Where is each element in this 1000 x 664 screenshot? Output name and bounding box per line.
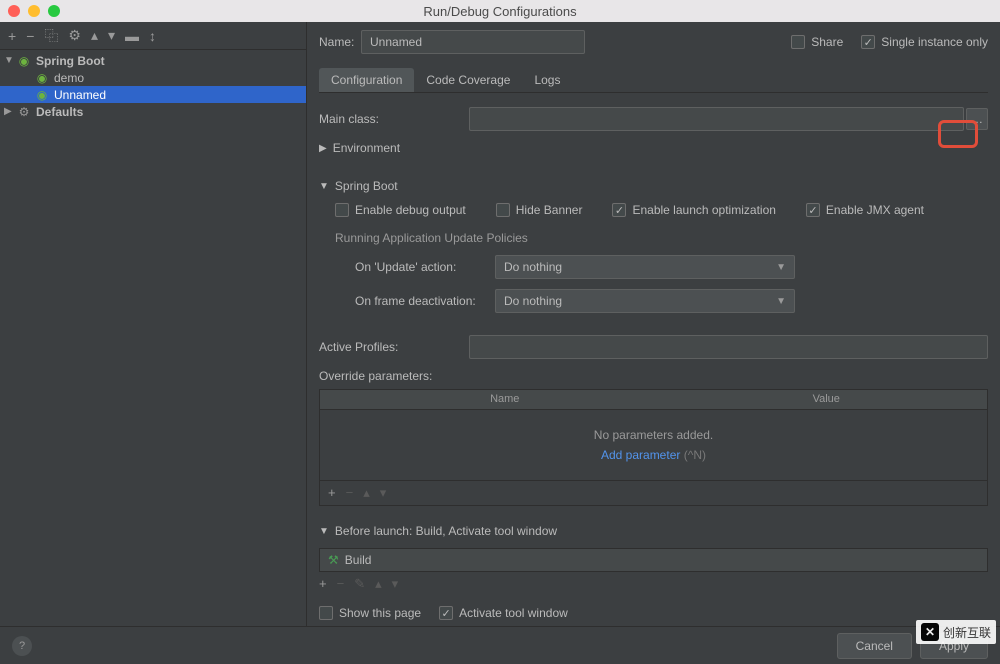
environment-label: Environment <box>333 141 400 155</box>
show-page-checkbox[interactable]: Show this page <box>319 606 421 620</box>
on-update-value: Do nothing <box>504 260 562 274</box>
on-frame-label: On frame deactivation: <box>355 294 495 308</box>
main-class-input[interactable] <box>469 107 964 131</box>
minimize-window-button[interactable] <box>28 5 40 17</box>
build-task-row[interactable]: ⚒ Build <box>319 548 988 572</box>
chevron-down-icon: ▼ <box>776 296 786 307</box>
on-update-label: On 'Update' action: <box>355 260 495 274</box>
edit-icon[interactable]: ✎ <box>354 576 365 592</box>
tree-defaults[interactable]: ▶ Defaults <box>0 103 306 120</box>
tree-spring-boot[interactable]: ▼ Spring Boot <box>0 52 306 69</box>
watermark: ✕创新互联 <box>916 620 996 644</box>
tab-logs[interactable]: Logs <box>522 68 572 92</box>
params-table: Name Value No parameters added. Add para… <box>319 389 988 506</box>
on-frame-dropdown[interactable]: Do nothing ▼ <box>495 289 795 313</box>
on-frame-value: Do nothing <box>504 294 562 308</box>
tree-item-label: Unnamed <box>54 88 106 102</box>
tree-item-label: demo <box>54 71 84 85</box>
override-params-label: Override parameters: <box>319 369 988 383</box>
enable-debug-checkbox[interactable]: Enable debug output <box>335 203 466 217</box>
footer: ? Cancel Apply <box>0 626 1000 664</box>
window-title: Run/Debug Configurations <box>423 4 576 19</box>
enable-jmx-checkbox[interactable]: Enable JMX agent <box>806 203 924 217</box>
enable-launch-checkbox[interactable]: Enable launch optimization <box>612 203 775 217</box>
hide-banner-checkbox[interactable]: Hide Banner <box>496 203 583 217</box>
folder-icon[interactable]: ▬ <box>125 28 139 44</box>
up-icon[interactable]: ▴ <box>91 27 98 44</box>
enable-jmx-label: Enable JMX agent <box>826 203 924 217</box>
save-icon[interactable]: ⚙ <box>68 27 81 44</box>
sort-icon[interactable]: ↕ <box>149 28 156 44</box>
add-icon[interactable]: + <box>8 28 16 44</box>
no-params-text: No parameters added. <box>338 428 969 442</box>
name-input[interactable] <box>361 30 585 54</box>
share-label: Share <box>811 35 843 49</box>
remove-icon[interactable]: − <box>337 576 345 592</box>
down-icon[interactable]: ▾ <box>108 27 115 44</box>
tree-label: Defaults <box>36 105 83 119</box>
before-launch-label: Before launch: Build, Activate tool wind… <box>335 524 557 538</box>
spring-icon <box>34 87 50 103</box>
tree-item-demo[interactable]: demo <box>0 69 306 86</box>
help-button[interactable]: ? <box>12 636 32 656</box>
tree-item-unnamed[interactable]: Unnamed <box>0 86 306 103</box>
chevron-down-icon: ▼ <box>319 181 329 192</box>
share-checkbox[interactable]: Share <box>791 35 843 49</box>
close-window-button[interactable] <box>8 5 20 17</box>
spring-boot-section[interactable]: ▼ Spring Boot <box>319 179 988 193</box>
tab-configuration[interactable]: Configuration <box>319 68 414 92</box>
build-label: Build <box>345 553 372 567</box>
cancel-button[interactable]: Cancel <box>837 633 912 659</box>
down-icon[interactable]: ▾ <box>392 576 399 592</box>
enable-debug-label: Enable debug output <box>355 203 466 217</box>
gear-icon <box>16 104 32 120</box>
add-parameter-link[interactable]: Add parameter <box>601 448 680 462</box>
expand-icon[interactable]: ▼ <box>4 55 16 66</box>
down-icon[interactable]: ▾ <box>380 485 387 501</box>
spring-boot-label: Spring Boot <box>335 179 398 193</box>
build-icon: ⚒ <box>328 553 339 567</box>
active-profiles-input[interactable] <box>469 335 988 359</box>
remove-icon[interactable]: − <box>346 485 354 501</box>
spring-icon <box>16 53 32 69</box>
tabs: Configuration Code Coverage Logs <box>319 68 988 93</box>
single-instance-label: Single instance only <box>881 35 988 49</box>
enable-launch-label: Enable launch optimization <box>632 203 775 217</box>
expand-icon[interactable]: ▶ <box>4 106 16 117</box>
remove-icon[interactable]: − <box>26 28 34 44</box>
before-launch-section[interactable]: ▼ Before launch: Build, Activate tool wi… <box>319 524 988 538</box>
col-name: Name <box>344 390 666 409</box>
add-icon[interactable]: + <box>328 485 336 501</box>
activate-tool-label: Activate tool window <box>459 606 568 620</box>
add-icon[interactable]: + <box>319 576 327 592</box>
chevron-right-icon: ▶ <box>319 143 327 154</box>
tab-code-coverage[interactable]: Code Coverage <box>414 68 522 92</box>
show-page-label: Show this page <box>339 606 421 620</box>
hide-banner-label: Hide Banner <box>516 203 583 217</box>
config-tree: ▼ Spring Boot demo Unnamed ▶ Defaults <box>0 50 306 120</box>
titlebar: Run/Debug Configurations <box>0 0 1000 22</box>
config-toolbar: + − ⿻ ⚙ ▴ ▾ ▬ ↕ <box>0 22 306 50</box>
spring-icon <box>34 70 50 86</box>
activate-tool-checkbox[interactable]: Activate tool window <box>439 606 568 620</box>
chevron-down-icon: ▼ <box>776 262 786 273</box>
main-class-label: Main class: <box>319 112 469 126</box>
copy-icon[interactable]: ⿻ <box>44 26 58 46</box>
tree-label: Spring Boot <box>36 54 105 68</box>
environment-section[interactable]: ▶ Environment <box>319 141 988 155</box>
browse-main-class-button[interactable]: … <box>966 108 988 130</box>
name-label: Name: <box>319 35 361 49</box>
single-instance-checkbox[interactable]: Single instance only <box>861 35 988 49</box>
update-policies-label: Running Application Update Policies <box>335 231 988 245</box>
right-panel: Name: Share Single instance only Configu… <box>307 22 1000 626</box>
chevron-down-icon: ▼ <box>319 526 329 537</box>
add-param-hint: (^N) <box>684 448 706 462</box>
maximize-window-button[interactable] <box>48 5 60 17</box>
left-panel: + − ⿻ ⚙ ▴ ▾ ▬ ↕ ▼ Spring Boot demo U <box>0 22 307 626</box>
col-value: Value <box>666 390 988 409</box>
up-icon[interactable]: ▴ <box>363 485 370 501</box>
up-icon[interactable]: ▴ <box>375 576 382 592</box>
on-update-dropdown[interactable]: Do nothing ▼ <box>495 255 795 279</box>
active-profiles-label: Active Profiles: <box>319 340 409 354</box>
